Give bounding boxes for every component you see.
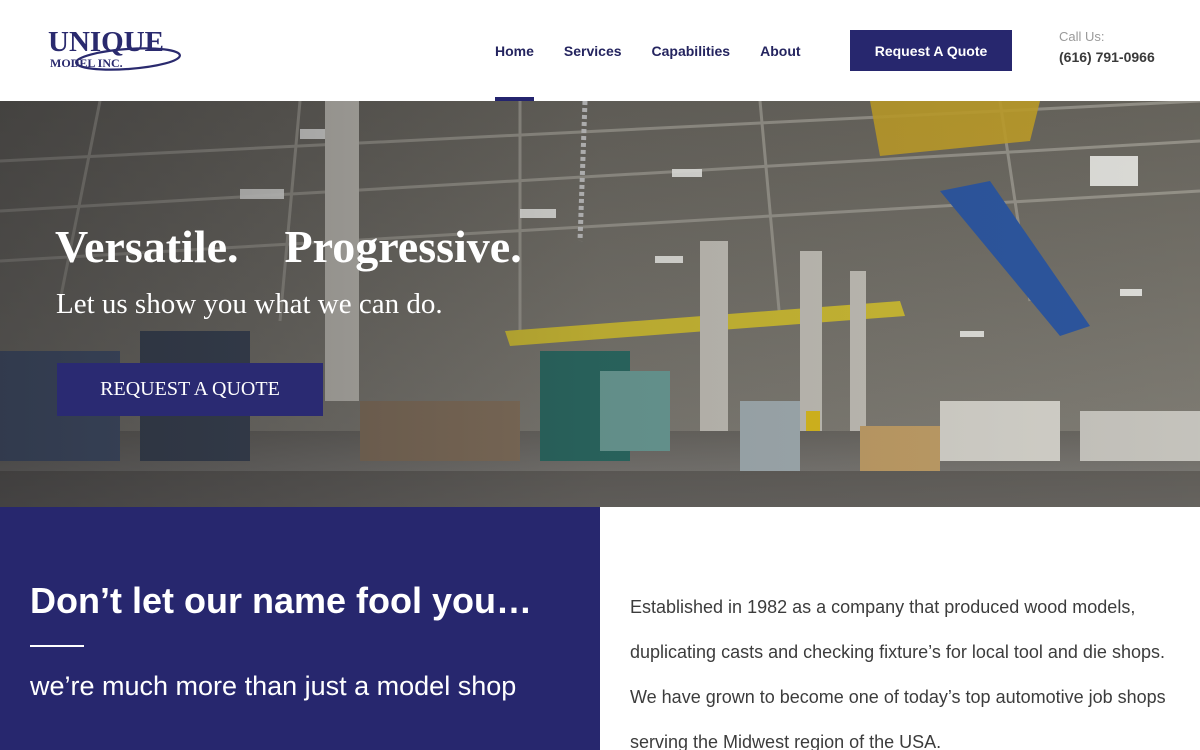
hero-banner: Versatile. Progressive. Let us show you w… <box>0 101 1200 507</box>
logo-tagline: MODEL INC. <box>50 56 123 70</box>
intro-heading: Don’t let our name fool you… <box>30 580 532 621</box>
nav-about[interactable]: About <box>745 0 815 101</box>
nav-capabilities[interactable]: Capabilities <box>637 0 746 101</box>
nav-services[interactable]: Services <box>549 0 637 101</box>
hero-subtitle: Let us show you what we can do. <box>56 288 443 320</box>
hero-title-word-1: Versatile. <box>55 221 239 272</box>
intro-callout: Don’t let our name fool you… we’re much … <box>0 507 600 750</box>
hero-title: Versatile. Progressive. <box>55 220 522 273</box>
about-section: Established in 1982 as a company that pr… <box>600 507 1200 750</box>
phone-link[interactable]: (616) 791-0966 <box>1059 49 1155 65</box>
logo-wordmark: UNIQUE <box>48 26 164 58</box>
call-us: Call Us: (616) 791-0966 <box>1059 29 1155 65</box>
request-quote-button[interactable]: Request A Quote <box>850 30 1012 71</box>
call-label: Call Us: <box>1059 29 1105 44</box>
intro-subheading: we’re much more than just a model shop <box>30 671 517 701</box>
main-nav: Home Services Capabilities About <box>480 0 816 101</box>
hero-request-quote-button[interactable]: REQUEST A QUOTE <box>57 363 323 416</box>
site-header: UNIQUE MODEL INC. Home Services Capabili… <box>0 0 1200 101</box>
company-logo[interactable]: UNIQUE MODEL INC. <box>46 24 186 76</box>
hero-title-word-2: Progressive. <box>284 221 522 272</box>
about-paragraph: Established in 1982 as a company that pr… <box>630 597 1166 750</box>
heading-divider <box>30 645 84 647</box>
nav-home[interactable]: Home <box>480 0 549 101</box>
